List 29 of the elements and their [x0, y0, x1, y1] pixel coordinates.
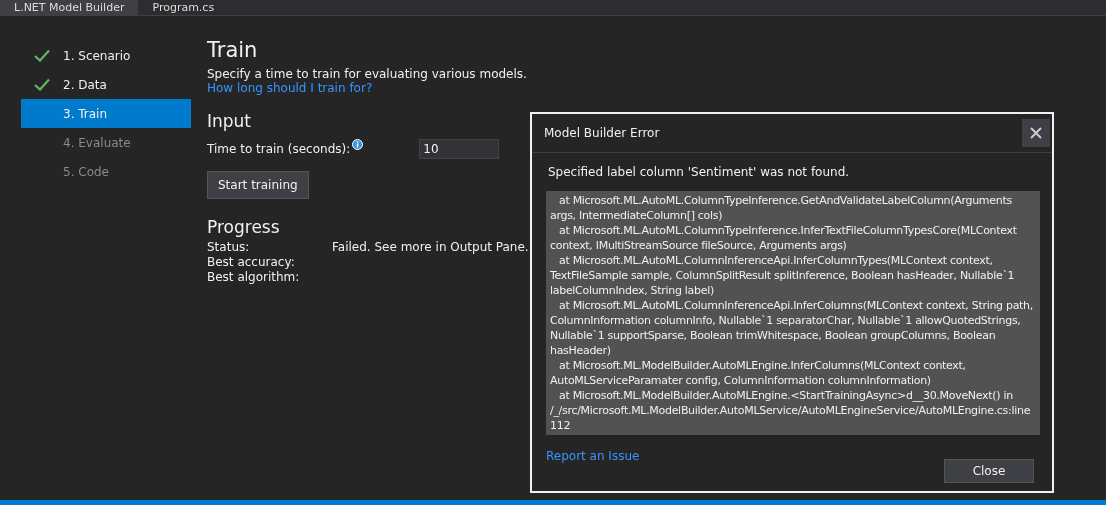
stack-trace-line: at Microsoft.ML.AutoML.ColumnInferenceApi.InferColumnTypes(MLContext context, TextFileSample sample, ColumnSplitResult splitInference, Boolean hasHeader, Nullable`1 labelColumnIndex, String label)	[550, 253, 1016, 298]
report-link[interactable]: Report an Issue	[546, 449, 640, 463]
info-icon[interactable]	[352, 138, 364, 150]
error-message: Specified label column 'Sentiment' was not found.	[548, 165, 851, 179]
description: Specify a time to train for evaluating various models.	[207, 67, 527, 81]
step-item[interactable]: 1. Scenario	[21, 41, 191, 70]
time-input[interactable]: 10	[419, 139, 500, 159]
progress-label: Best accuracy:	[207, 255, 296, 270]
dialog-title: Model Builder Error	[544, 126, 660, 140]
progress-label: Best algorithm:	[207, 270, 301, 285]
progress-value: Failed. See more in Output Pane.	[332, 240, 529, 255]
close-icon	[1030, 127, 1042, 139]
progress-label: Status:	[207, 240, 251, 255]
page-title: Train	[207, 38, 258, 62]
stack-trace-line: at Microsoft.ML.ModelBuilder.AutoMLEngine.InferColumns(MLContext context, AutoMLServiceParamater config, ColumnInformation columnInformation)	[550, 358, 967, 388]
close-dialog-button[interactable]: Close	[944, 459, 1034, 483]
stack-trace-line: at Microsoft.ML.AutoML.ColumnTypeInference.InferTextFileColumnTypesCore(MLContext context, IMultiStreamSource fileSource, Arguments args)	[550, 223, 1018, 253]
stack-trace-line: at Microsoft.ML.ModelBuilder.AutoMLEngine.<StartTrainingAsync>d__30.MoveNext() in /_/src/Microsoft.ML.ModelBuilder.AutoMLService/AutoMLEngineService/AutoMLEngine.cs:line 112	[550, 388, 1032, 433]
step-item[interactable]: 3. Train	[21, 99, 191, 128]
stack-trace-line: at Microsoft.ML.AutoML.ColumnTypeInference.GetAndValidateLabelColumn(Arguments args, IntermediateColumn[] cols)	[550, 193, 1013, 223]
close-button[interactable]	[1022, 119, 1050, 147]
section-heading: Input	[207, 111, 252, 131]
step-item[interactable]: 2. Data	[21, 70, 191, 99]
help-link[interactable]: How long should I train for?	[207, 81, 373, 95]
start-training-button[interactable]: Start training	[207, 171, 309, 199]
document-tab[interactable]: L.NET Model Builder	[0, 0, 139, 15]
section-heading: Progress	[207, 217, 280, 237]
field-label: Time to train (seconds):	[207, 142, 351, 156]
stack-trace-line: at Microsoft.ML.AutoML.ColumnInferenceApi.InferColumns(MLContext context, String path, ColumnInformation columnInfo, Nullable`1 separatorChar, Nullable`1 allowQuotedStrings, Nullable`1 supportSparse, Boolean trimWhitespace, Boolean groupColumns, Boolean hasHeader)	[550, 298, 1034, 358]
